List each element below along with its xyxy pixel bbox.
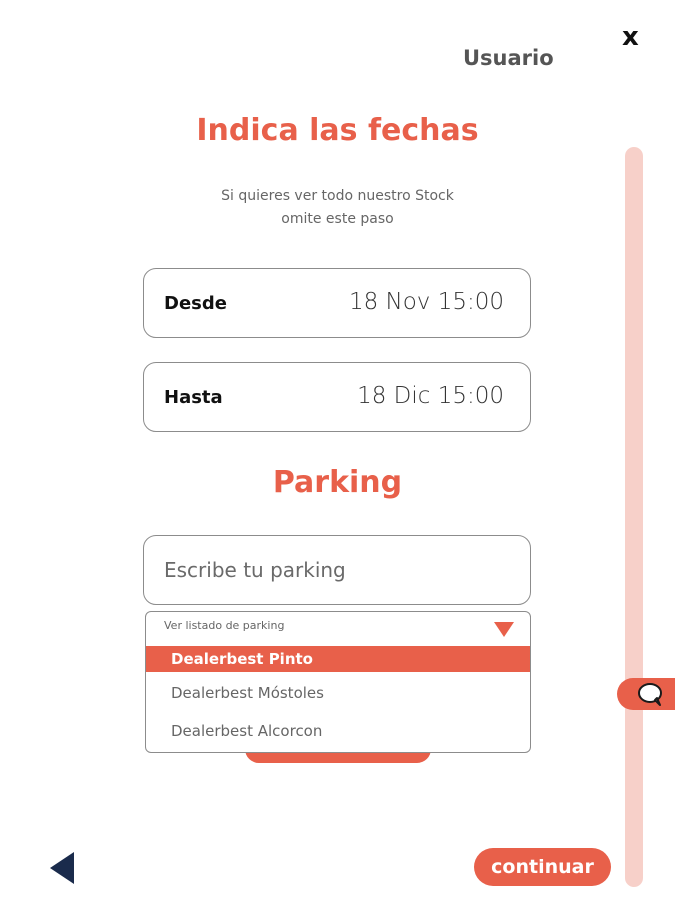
date-from-value: 18 Nov 15:00 (348, 289, 504, 315)
date-to-field[interactable]: Hasta 18 Dic 15:00 (143, 362, 531, 432)
triangle-down-icon (494, 622, 514, 637)
chat-button[interactable] (617, 678, 675, 710)
parking-dropdown-label: Ver listado de parking (164, 619, 285, 632)
dates-subtitle: Si quieres ver todo nuestro Stock omite … (0, 185, 675, 231)
vertical-scroll-track[interactable] (625, 147, 643, 887)
continue-button[interactable]: continuar (474, 848, 611, 886)
parking-option-pinto[interactable]: Dealerbest Pinto (146, 646, 530, 672)
date-to-value: 18 Dic 15:00 (357, 383, 504, 409)
dates-title: Indica las fechas (196, 113, 479, 148)
subtitle-line-1: Si quieres ver todo nuestro Stock (221, 188, 454, 204)
back-triangle-icon[interactable] (50, 852, 74, 884)
date-from-field[interactable]: Desde 18 Nov 15:00 (143, 268, 531, 338)
chat-bubble-icon (638, 683, 662, 706)
user-link[interactable]: Usuario (463, 46, 554, 70)
parking-dropdown[interactable]: Ver listado de parking Dealerbest Pinto … (145, 611, 531, 753)
date-from-label: Desde (164, 293, 227, 314)
parking-search-input[interactable] (143, 535, 531, 605)
close-icon: x (622, 22, 639, 52)
date-to-label: Hasta (164, 387, 223, 408)
parking-option-mostoles[interactable]: Dealerbest Móstoles (146, 680, 530, 706)
close-button[interactable]: x (622, 22, 639, 52)
parking-dropdown-header[interactable]: Ver listado de parking (146, 612, 530, 644)
parking-option-alcorcon[interactable]: Dealerbest Alcorcon (146, 718, 530, 744)
parking-title: Parking (272, 465, 403, 500)
subtitle-line-2: omite este paso (281, 211, 394, 227)
